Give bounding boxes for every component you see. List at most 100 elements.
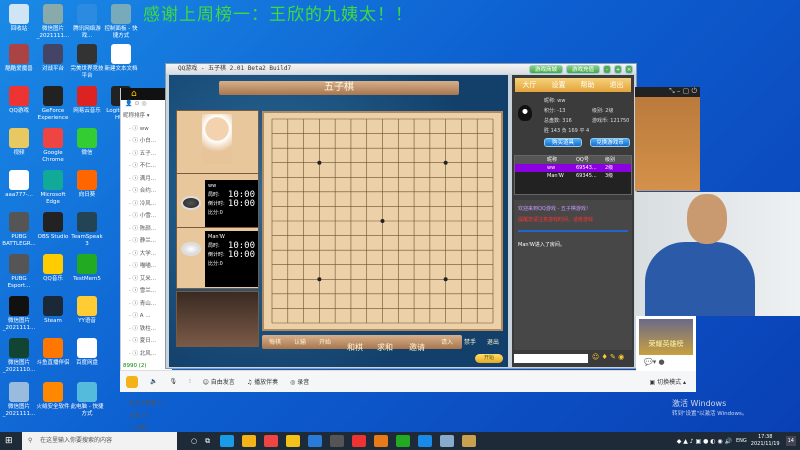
desktop-icon[interactable]: 火绒安全软件 (36, 382, 70, 411)
player-row[interactable]: ww 69543... 2级 (515, 164, 631, 172)
app-icon (77, 170, 97, 190)
desktop-icon[interactable]: 微信 (70, 128, 104, 157)
player-row[interactable]: Man'W 69345... 3级 (515, 172, 631, 180)
play-music-button[interactable]: ♫ 播放伴奏 (247, 377, 278, 386)
mic-icon[interactable]: 🎙 (169, 378, 177, 385)
webcam-small: ⤡ – ▢ ⏻ (635, 87, 700, 191)
taskbar-app[interactable] (330, 435, 345, 447)
desktop-icon[interactable]: GeForce Experience (36, 86, 70, 122)
desktop-icon[interactable]: 视频 (2, 128, 36, 157)
cortana-icon[interactable]: ○ (191, 437, 197, 445)
desktop-icon[interactable]: 向日葵 (70, 170, 104, 199)
taskbar-app[interactable] (220, 435, 235, 447)
desktop-icon[interactable]: 斗鱼直播伴侣 (36, 338, 70, 367)
close-button[interactable]: × (625, 65, 633, 74)
start-button[interactable]: ⊞ (5, 436, 13, 446)
game-recharge-button[interactable]: 游戏充值 (566, 65, 600, 74)
record-button[interactable]: ◎ 录音 (290, 377, 309, 386)
desktop-icon[interactable]: PUBG BATTLEGR... (2, 212, 36, 248)
ad-banner[interactable]: 荣耀英雄榜 (639, 319, 693, 355)
menu-lobby[interactable]: 大厅 (523, 78, 537, 92)
hall-list-item[interactable]: 风云大赛第二... (121, 398, 172, 411)
taskbar-app[interactable] (264, 435, 279, 447)
desktop-icon[interactable]: 微信图片_2021111... (36, 4, 70, 40)
desktop-icon[interactable]: QQ游戏 (2, 86, 36, 115)
action-button[interactable]: 开始 (319, 337, 331, 346)
desktop-icon[interactable]: 回收站 (2, 4, 36, 33)
app-icon (43, 4, 63, 24)
desktop-icon[interactable]: 微信图片_2021111... (2, 382, 36, 418)
action-button[interactable]: 和棋 (347, 342, 363, 353)
action-button[interactable]: 认输 (294, 337, 306, 346)
gomoku-board[interactable] (262, 111, 503, 331)
webcam-controls[interactable]: ⤡ – ▢ ⏻ (635, 87, 700, 97)
desktop-icon[interactable]: Google Chrome (36, 128, 70, 164)
menu-exit[interactable]: 退出 (610, 78, 624, 92)
taskbar-app[interactable] (418, 435, 433, 447)
game-mall-button[interactable]: 游戏商城 (529, 65, 563, 74)
switch-mode-button[interactable]: ▣ 切换模式 ▴ (649, 377, 686, 386)
tray-icons[interactable]: ◆ ▲ ♪ ▣ ● ◐ ◉ 🔊 (677, 438, 732, 445)
desktop-icon[interactable]: OBS Studio (36, 212, 70, 241)
desktop-icon-label: Google Chrome (42, 150, 64, 163)
menu-settings[interactable]: 设置 (552, 78, 566, 92)
action-button[interactable]: 退出 (487, 337, 499, 346)
taskbar-app[interactable] (440, 435, 455, 447)
clock[interactable]: 17:38 2021/11/19 (751, 434, 780, 448)
buy-items-button[interactable]: 购买道具 (544, 138, 582, 147)
taskbar-app[interactable] (286, 435, 301, 447)
desktop-icon[interactable]: 网易云音乐 (70, 86, 104, 115)
volume-icon[interactable]: 🔈 (150, 378, 157, 385)
menu-help[interactable]: 帮助 (581, 78, 595, 92)
chat-emoticon-icons[interactable]: ☺ ♦ ✎ ◉ (592, 353, 624, 361)
player-info-white: Man'W 局时: 10:00 倒计时: 10:00 比分:0 (176, 227, 259, 289)
desktop-icon[interactable]: Microsoft Edge (36, 170, 70, 206)
desktop-icon[interactable]: 酷酷爱魔兽 (2, 44, 36, 73)
maximize-button[interactable]: + (614, 65, 622, 74)
desktop-icon[interactable]: Steam (36, 296, 70, 325)
minimize-button[interactable]: - (603, 65, 611, 74)
home-icon[interactable]: ⌂ (131, 89, 137, 99)
desktop-icon[interactable]: TeamSpeak 3 (70, 212, 104, 248)
action-button[interactable]: 求和 (377, 342, 393, 353)
desktop-icon[interactable]: PUBG Esport... (2, 254, 36, 290)
start-corner-button[interactable]: 开始 (475, 354, 503, 363)
taskbar-app[interactable] (374, 435, 389, 447)
free-speech-button[interactable]: ☺ 自由发言 (203, 377, 235, 386)
desktop-icon[interactable]: aaa777-... (2, 170, 36, 199)
app-icon (43, 382, 63, 402)
action-button[interactable]: 邀请 (409, 342, 425, 353)
desktop-icon[interactable]: 完美世界竞技平台 (70, 44, 104, 80)
mixer-icon[interactable]: ⫶ (189, 378, 191, 386)
desktop-icon[interactable]: 新建文本文档 (104, 44, 138, 73)
input-language[interactable]: ENG (736, 438, 747, 444)
action-button[interactable]: 悔棋 (269, 337, 281, 346)
desktop-icon[interactable]: 对战平台 (36, 44, 70, 73)
notification-button[interactable]: 14 (785, 436, 796, 446)
desktop-icon[interactable]: 腾讯网络游戏... (70, 4, 104, 40)
exchange-coins-button[interactable]: 兑换游戏币 (590, 138, 630, 147)
desktop-icon[interactable]: QQ音乐 (36, 254, 70, 283)
taskbar-app[interactable] (242, 435, 257, 447)
desktop-icon[interactable]: YY语音 (70, 296, 104, 325)
hall-list-item[interactable]: 五星 (+... (121, 410, 172, 423)
taskbar-app[interactable] (352, 435, 367, 447)
desktop-icon[interactable]: 微信图片_2021111... (2, 296, 36, 332)
action-button[interactable]: 请入 (441, 337, 453, 346)
chat-bubble-icon[interactable]: 💬▾ ● (636, 358, 696, 366)
task-view-icon[interactable]: ⧉ (205, 437, 210, 446)
taskbar-app[interactable] (396, 435, 411, 447)
desktop-icon-label: 控制面板 - 快捷方式 (104, 26, 138, 39)
desktop-icon[interactable]: 控制面板 - 快捷方式 (104, 4, 138, 40)
desktop-icon[interactable]: 微信图片_2021110... (2, 338, 36, 374)
app-icon (43, 212, 63, 232)
taskbar-app[interactable] (462, 435, 477, 447)
taskbar-search[interactable]: ⚲ 在这里输入你要搜索的内容 (22, 432, 177, 450)
ad-panel[interactable]: 荣耀英雄榜 💬▾ ● (636, 316, 696, 371)
desktop-icon[interactable]: 此电脑 - 快捷方式 (70, 382, 104, 418)
desktop-icon[interactable]: 百度网盘 (70, 338, 104, 367)
chat-input[interactable] (514, 354, 588, 363)
desktop-icon[interactable]: TestMem5 (70, 254, 104, 283)
taskbar-app[interactable] (308, 435, 323, 447)
action-button[interactable]: 禁手 (464, 337, 476, 346)
